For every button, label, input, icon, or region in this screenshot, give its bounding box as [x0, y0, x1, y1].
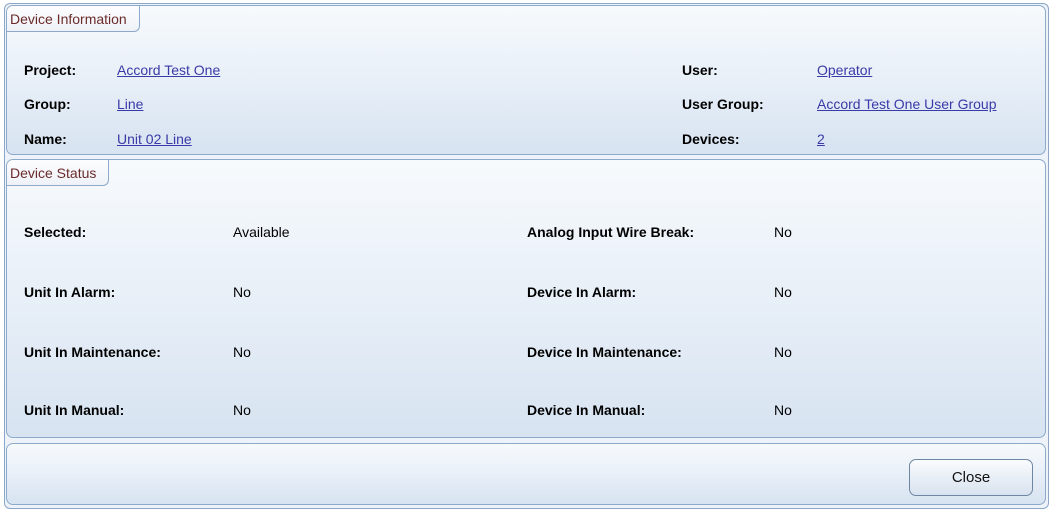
name-label: Name: — [24, 131, 67, 147]
close-button[interactable]: Close — [909, 459, 1033, 496]
device-in-maintenance-value: No — [774, 344, 792, 360]
user-label: User: — [682, 62, 718, 78]
group-link[interactable]: Line — [117, 96, 143, 112]
selected-value: Available — [233, 224, 290, 240]
user-group-label: User Group: — [682, 96, 764, 112]
analog-input-wire-break-value: No — [774, 224, 792, 240]
device-in-manual-label: Device In Manual: — [527, 402, 646, 418]
device-in-maintenance-label: Device In Maintenance: — [527, 344, 682, 360]
unit-in-manual-label: Unit In Manual: — [24, 402, 125, 418]
devices-label: Devices: — [682, 131, 740, 147]
unit-in-maintenance-value: No — [233, 344, 251, 360]
unit-in-manual-value: No — [233, 402, 251, 418]
device-in-alarm-value: No — [774, 284, 792, 300]
device-information-tab: Device Information — [7, 6, 140, 32]
group-label: Group: — [24, 96, 71, 112]
project-label: Project: — [24, 62, 77, 78]
unit-in-alarm-label: Unit In Alarm: — [24, 284, 116, 300]
unit-in-maintenance-label: Unit In Maintenance: — [24, 344, 161, 360]
user-link[interactable]: Operator — [817, 62, 872, 78]
selected-label: Selected: — [24, 224, 87, 240]
device-information-panel: Device Information Project: Accord Test … — [6, 5, 1046, 155]
user-group-link[interactable]: Accord Test One User Group — [817, 96, 996, 112]
project-link[interactable]: Accord Test One — [117, 62, 220, 78]
device-status-panel: Device Status Selected: Available Unit I… — [6, 159, 1046, 438]
unit-in-alarm-value: No — [233, 284, 251, 300]
device-in-alarm-label: Device In Alarm: — [527, 284, 637, 300]
analog-input-wire-break-label: Analog Input Wire Break: — [527, 224, 695, 240]
device-in-manual-value: No — [774, 402, 792, 418]
devices-link[interactable]: 2 — [817, 131, 825, 147]
footer-panel: Close — [6, 443, 1046, 505]
device-status-tab: Device Status — [7, 160, 110, 186]
name-link[interactable]: Unit 02 Line — [117, 131, 192, 147]
